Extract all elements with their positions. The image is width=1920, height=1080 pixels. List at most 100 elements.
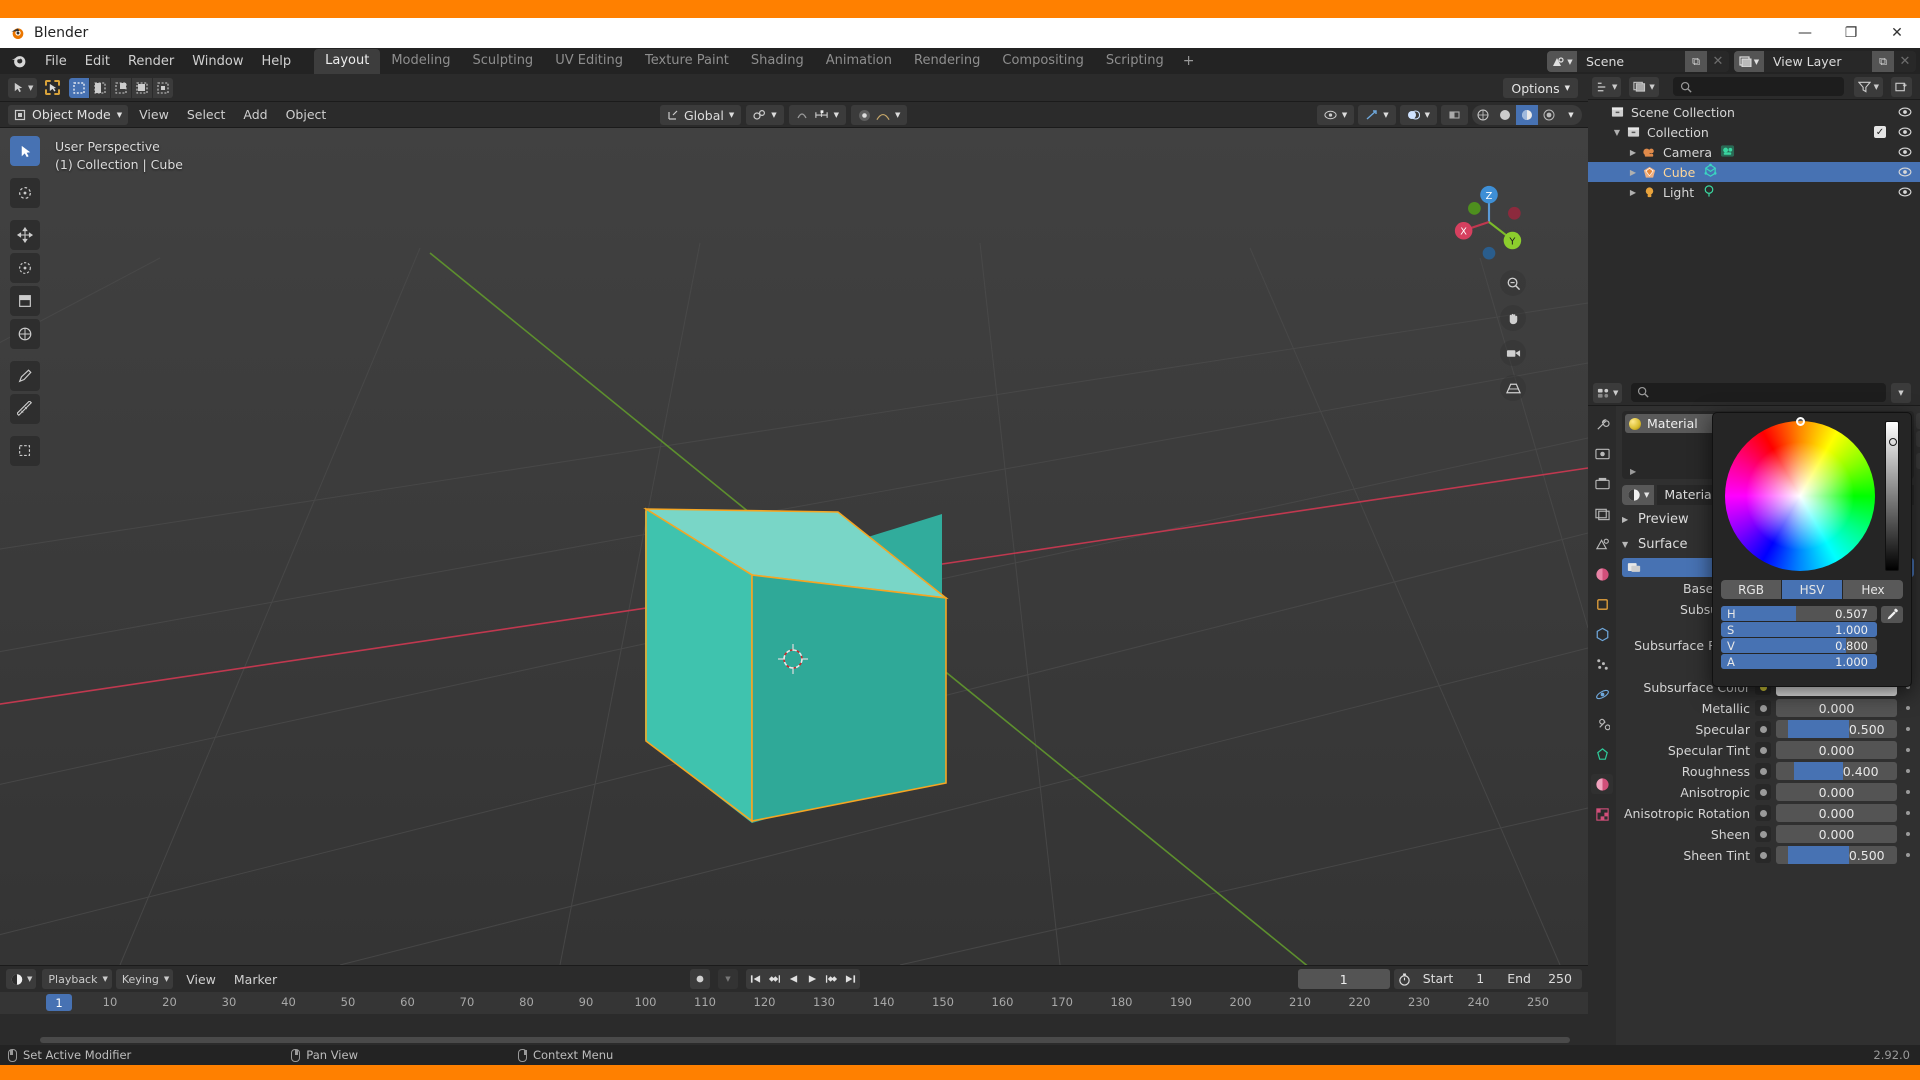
- browse-material-icon[interactable]: ▼: [1622, 485, 1655, 505]
- auto-keying-button[interactable]: [690, 969, 710, 989]
- value-field-roughness[interactable]: 0.400: [1776, 762, 1897, 780]
- tool-transform-icon[interactable]: [10, 319, 40, 349]
- value-field-anisotropic[interactable]: 0.000: [1776, 783, 1897, 801]
- menu-render[interactable]: Render: [119, 51, 183, 72]
- tool-measure-icon[interactable]: [10, 394, 40, 424]
- current-frame-indicator[interactable]: 1: [46, 994, 72, 1011]
- end-frame-value[interactable]: 250: [1538, 969, 1582, 989]
- property-row-anisotropic-rotation[interactable]: Anisotropic Rotation 0.000: [1622, 803, 1914, 823]
- outliner-row-scene-collection[interactable]: Scene Collection: [1588, 102, 1920, 122]
- outliner-data-icon[interactable]: [1720, 144, 1735, 161]
- color-channel-v[interactable]: V 0.800: [1721, 638, 1877, 653]
- tab-texture[interactable]: [1591, 804, 1613, 824]
- property-row-anisotropic[interactable]: Anisotropic 0.000: [1622, 782, 1914, 802]
- animate-dot-sheen-tint[interactable]: [1902, 853, 1914, 857]
- close-button[interactable]: ✕: [1874, 18, 1920, 48]
- chevron-right-icon[interactable]: ▶: [1626, 168, 1640, 177]
- unlink-scene-button[interactable]: ✕: [1707, 51, 1729, 72]
- tab-modifiers[interactable]: [1591, 624, 1613, 644]
- socket-dot-specular[interactable]: [1755, 721, 1771, 737]
- navigation-gizmo[interactable]: Z X Y: [1450, 183, 1528, 261]
- workspace-tab-rendering[interactable]: Rendering: [903, 49, 991, 74]
- socket-dot-sheen-tint[interactable]: [1755, 847, 1771, 863]
- color-picker-popup[interactable]: RGB HSV Hex H 0.507 S 1.000 V 0.800 A 1.000: [1712, 412, 1912, 687]
- proportional-editing-group[interactable]: ▼: [788, 105, 847, 125]
- outliner-row-camera[interactable]: ▶ Camera: [1588, 142, 1920, 162]
- timeline-ruler[interactable]: 10 20 30 40 50 60 70 80 90 100 110 120 130 140 150 160 1…: [0, 992, 1588, 1014]
- timeline-editor[interactable]: ▼ Playback ▼ Keying ▼ View Marker ▼ 1 St…: [0, 965, 1588, 1046]
- workspace-tab-texture-paint[interactable]: Texture Paint: [634, 49, 740, 74]
- tab-render[interactable]: [1591, 444, 1613, 464]
- play-reverse-icon[interactable]: [784, 969, 803, 989]
- select-mode-segment[interactable]: [69, 77, 174, 98]
- xray-toggle[interactable]: [1441, 105, 1468, 125]
- tab-output[interactable]: [1591, 474, 1613, 494]
- outliner-row-collection[interactable]: ▼ Collection ✓: [1588, 122, 1920, 142]
- workspace-tab-modeling[interactable]: Modeling: [380, 49, 461, 74]
- timeline-menu-playback[interactable]: Playback ▼: [42, 969, 112, 989]
- color-wheel-cursor[interactable]: [1796, 417, 1805, 426]
- camera-view-icon[interactable]: [1500, 340, 1526, 366]
- interaction-mode-selector[interactable]: Object Mode ▼: [8, 104, 129, 125]
- outliner-editor[interactable]: ▼ ▼ ▼ Scene Collection ▼ Collection ✓ ▶ Camer…: [1588, 74, 1920, 380]
- menu-help[interactable]: Help: [253, 51, 301, 72]
- outliner-new-collection-icon[interactable]: [1891, 76, 1912, 97]
- viewport-menu-group[interactable]: View Select Add Object: [130, 104, 335, 125]
- viewport-canvas[interactable]: User Perspective (1) Collection | Cube Z…: [0, 128, 1588, 965]
- outliner-editor-type-icon[interactable]: ▼: [1592, 76, 1622, 97]
- visibility-eye-icon[interactable]: [1898, 145, 1912, 160]
- workspace-tab-animation[interactable]: Animation: [815, 49, 903, 74]
- tab-material[interactable]: [1591, 774, 1613, 794]
- next-keyframe-icon[interactable]: [822, 969, 841, 989]
- use-preview-range-icon[interactable]: [1394, 969, 1416, 989]
- new-scene-button[interactable]: ⧉: [1685, 51, 1707, 72]
- color-channel-h[interactable]: H 0.507: [1721, 606, 1877, 621]
- tool-options-button[interactable]: Options ▼: [1503, 78, 1578, 98]
- playback-button-group[interactable]: [746, 969, 860, 989]
- timeline-menu-marker[interactable]: Marker: [225, 969, 286, 990]
- add-material-slot-button[interactable]: +: [1916, 413, 1920, 429]
- view-layer-name[interactable]: View Layer: [1764, 51, 1872, 72]
- timeline-menu-group[interactable]: Playback ▼ Keying ▼ View Marker: [42, 969, 286, 990]
- view-layer-icon[interactable]: ▼: [1734, 51, 1764, 72]
- active-tool-icon[interactable]: ▼: [8, 77, 38, 98]
- color-channel-fields[interactable]: H 0.507 S 1.000 V 0.800 A 1.000: [1721, 606, 1877, 669]
- color-mode-tabs[interactable]: RGB HSV Hex: [1721, 580, 1903, 599]
- value-field-specular[interactable]: 0.500: [1776, 720, 1897, 738]
- select-invert-icon[interactable]: [132, 77, 153, 98]
- snapping-target-selector[interactable]: ▼: [746, 105, 784, 125]
- start-frame-value[interactable]: 1: [1460, 969, 1500, 989]
- workspace-tab-layout[interactable]: Layout: [314, 49, 381, 74]
- material-slot-side-buttons[interactable]: + − ▼: [1916, 413, 1920, 469]
- outliner-search-input[interactable]: [1672, 77, 1844, 96]
- color-channel-a[interactable]: A 1.000: [1721, 654, 1877, 669]
- chevron-right-icon[interactable]: ▶: [1626, 148, 1640, 157]
- slot-specials-chevron-icon[interactable]: ▶: [1630, 467, 1636, 476]
- jump-to-start-icon[interactable]: [746, 969, 765, 989]
- menu-file[interactable]: File: [36, 51, 76, 72]
- current-frame-field[interactable]: 1: [1297, 969, 1390, 989]
- socket-dot-anisotropic[interactable]: [1755, 784, 1771, 800]
- property-row-specular[interactable]: Specular 0.500: [1622, 719, 1914, 739]
- outliner-row-light[interactable]: ▶ Light: [1588, 182, 1920, 202]
- socket-dot-roughness[interactable]: [1755, 763, 1771, 779]
- overlays-toggle[interactable]: ▼: [1399, 105, 1437, 125]
- select-subtract-icon[interactable]: [111, 77, 132, 98]
- visibility-selector[interactable]: ▼: [1316, 105, 1355, 125]
- pan-hand-icon[interactable]: [1500, 305, 1526, 331]
- properties-editor-type-icon[interactable]: ▼: [1593, 382, 1623, 403]
- workspace-tab-scripting[interactable]: Scripting: [1095, 49, 1175, 74]
- value-field-sheen-tint[interactable]: 0.500: [1776, 846, 1897, 864]
- minimize-button[interactable]: —: [1782, 18, 1828, 48]
- socket-dot-metallic[interactable]: [1755, 700, 1771, 716]
- properties-filter-chevron-icon[interactable]: ▼: [1891, 382, 1911, 403]
- eyedropper-icon[interactable]: [1881, 606, 1903, 623]
- tool-add-cube-icon[interactable]: [10, 436, 40, 466]
- tab-physics[interactable]: [1591, 684, 1613, 704]
- timeline-editor-type-icon[interactable]: ▼: [6, 969, 37, 989]
- remove-material-slot-button[interactable]: −: [1916, 431, 1920, 447]
- tool-cursor-icon[interactable]: [10, 178, 40, 208]
- proportional-falloff-group[interactable]: ▼: [851, 105, 908, 125]
- transform-orientation-selector[interactable]: Global ▼: [660, 105, 742, 125]
- wireframe-shading-icon[interactable]: [1472, 105, 1494, 125]
